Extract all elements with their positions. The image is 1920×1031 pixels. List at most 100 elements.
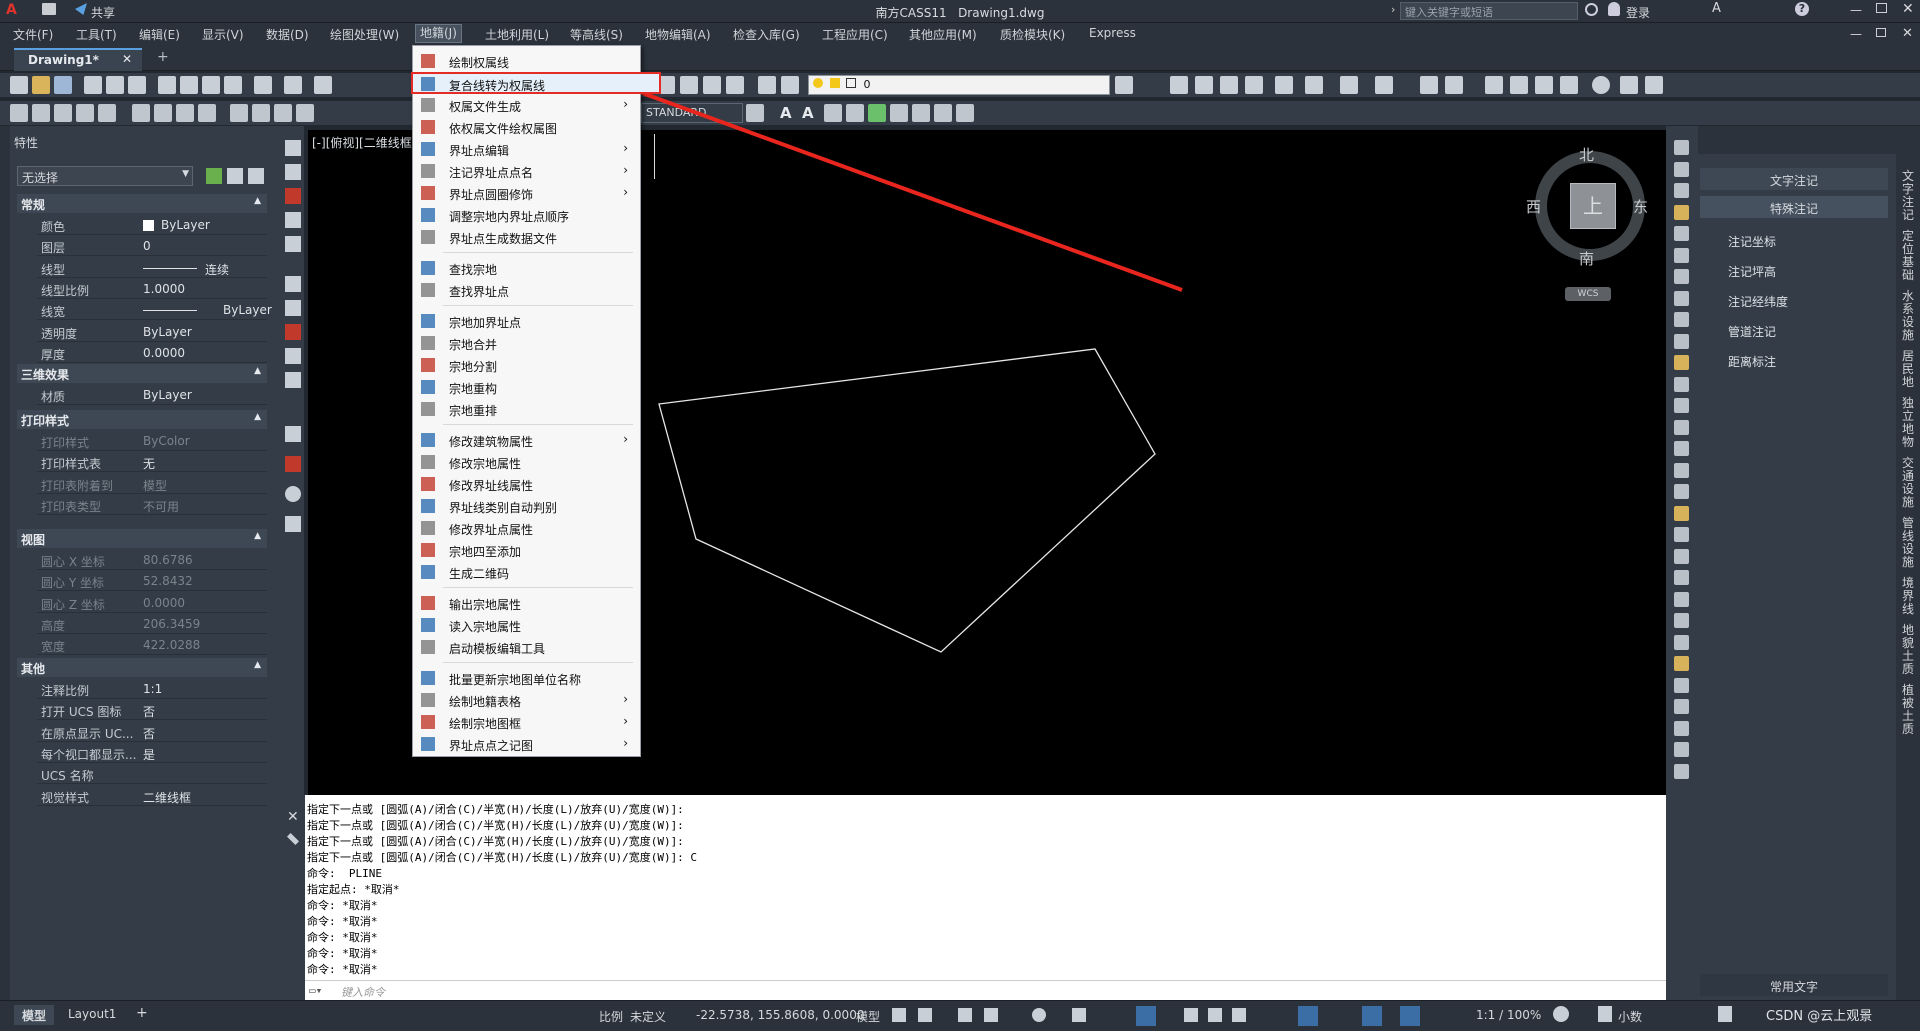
property-value[interactable]: ByLayer [223,303,272,317]
right-tool-icon[interactable] [1674,742,1689,757]
open-file-icon[interactable] [32,76,50,94]
strip-tool-2-icon[interactable] [285,164,301,180]
tab-text-annotation[interactable]: 文字注记 [1700,168,1888,190]
property-value[interactable]: ByLayer [161,218,210,232]
right-tool-icon[interactable] [1674,140,1689,155]
layer-off-icon[interactable] [54,104,72,122]
right-tool-icon[interactable] [1674,355,1689,370]
plot-preview-icon[interactable] [106,76,124,94]
menu-item[interactable]: 复合线转为权属线 [411,72,661,94]
item-annotate-latlon[interactable]: 注记经纬度 [1728,293,1788,310]
table-icon[interactable] [1445,76,1463,94]
copy-icon[interactable] [180,76,198,94]
menu-item[interactable]: 依权属文件绘权属图 [413,117,640,137]
selection-cycling-icon[interactable] [1232,1008,1246,1022]
markup-icon[interactable] [1560,76,1578,94]
layer-combo[interactable]: 0 [808,75,1110,95]
property-value[interactable]: 二维线框 [143,789,191,806]
find-text-icon[interactable] [846,104,864,122]
right-tool-icon[interactable] [1674,226,1689,241]
right-tool-icon[interactable] [1674,290,1689,306]
menu-item[interactable]: 修改界址线属性 [413,474,640,494]
property-value[interactable]: ByColor [143,434,190,448]
units-icon[interactable] [1598,1006,1612,1022]
right-tool-icon[interactable] [1674,398,1689,413]
right-tool-icon[interactable] [1674,699,1689,714]
user-icon[interactable] [1608,2,1620,16]
annotation-visibility-icon[interactable] [1400,1006,1420,1026]
section-general[interactable]: 常规 ▲ [17,194,267,213]
property-value[interactable]: ByLayer [143,325,192,339]
toggle-pickadd-icon[interactable] [206,168,222,184]
menu-item[interactable]: 批量更新宗地图单位名称 [413,668,640,688]
menu-item[interactable]: 绘制宗地图框 › [413,712,640,732]
workspace-gear-icon[interactable] [1553,1006,1569,1022]
item-annotate-elevation[interactable]: 注记坪高 [1728,263,1776,280]
menu-item[interactable]: 界址点点之记图 › [413,734,640,754]
property-value[interactable]: 0.0000 [143,346,185,360]
property-row[interactable]: 颜色 ByLayer [37,216,267,235]
item-distance-dim[interactable]: 距离标注 [1728,353,1776,370]
right-tool-icon[interactable] [1674,312,1689,327]
units-value[interactable]: 小数 [1618,1008,1642,1025]
menu-item[interactable]: 修改建筑物属性 › [413,430,640,450]
menu-item[interactable]: 权属文件生成 › [413,95,640,115]
vertical-tab[interactable]: 居民地 [1900,350,1916,389]
undo-icon[interactable] [254,76,272,94]
strip-tool-1-icon[interactable] [285,140,301,156]
viewcube-top-face[interactable]: 上 [1570,183,1616,229]
text-frame-icon[interactable] [934,104,952,122]
edit-text-icon[interactable] [824,104,842,122]
right-tool-icon[interactable] [1674,161,1689,177]
close-icon[interactable]: ✕ [1902,1,1914,17]
print-icon[interactable] [84,76,102,94]
calculator-icon[interactable] [1420,76,1438,94]
right-tool-icon[interactable] [1674,720,1689,736]
property-row[interactable]: 透明度 ByLayer [37,323,267,342]
property-value[interactable]: 52.8432 [143,574,193,588]
polar-icon[interactable] [1032,1008,1046,1022]
right-tool-icon[interactable] [1674,204,1689,220]
compass-north[interactable]: 北 [1579,144,1594,165]
justify-text-icon[interactable] [912,104,930,122]
right-tool-icon[interactable] [1674,591,1689,607]
hand-pan-icon[interactable] [1170,76,1188,94]
menu-item[interactable]: 启动模板编辑工具 [413,637,640,657]
vertical-tab[interactable]: 境界线 [1900,577,1916,616]
tab-model[interactable]: 模型 [14,1005,54,1025]
strip-tool-9-icon[interactable] [285,348,301,364]
property-row[interactable]: UCS 名称 [37,765,267,785]
right-tool-icon[interactable] [1674,333,1689,349]
property-row[interactable]: 在原点显示 UC... 否 [37,723,267,742]
new-tab-button[interactable]: + [157,49,169,65]
layer-state-icon[interactable] [781,76,799,94]
paste-icon[interactable] [202,76,220,94]
menu-file[interactable]: 文件(F) [13,26,53,43]
search-input[interactable]: 键入关键字或短语 [1400,2,1578,20]
zoom-extents-icon[interactable] [1245,76,1263,94]
strip-tool-4-icon[interactable] [285,212,301,228]
menu-drawing[interactable]: 绘图处理(W) [330,26,399,43]
right-tool-icon[interactable] [1674,484,1689,499]
menu-item[interactable]: 绘制地籍表格 › [413,690,640,710]
toolpalette-icon[interactable] [1510,76,1528,94]
save-icon[interactable] [54,76,72,94]
annotation-monitor-icon[interactable] [1362,1006,1382,1026]
menu-item[interactable]: 修改界址点属性 [413,518,640,538]
property-row[interactable]: 材质 ByLayer [37,386,267,405]
design-center-icon[interactable] [1535,76,1553,94]
spell-check-icon[interactable] [868,104,886,122]
property-value[interactable]: ByLayer [143,388,192,402]
panel-grip[interactable] [0,126,10,1006]
menu-item[interactable]: 修改宗地属性 [413,452,640,472]
property-row[interactable]: 高度 206.3459 [37,615,267,634]
menu-item[interactable]: 查找界址点 [413,280,640,300]
right-tool-icon[interactable] [1674,634,1689,650]
right-tool-icon[interactable] [1674,613,1689,628]
login-button[interactable]: 登录 [1626,4,1650,21]
command-customize-icon[interactable] [287,833,299,845]
menu-item[interactable]: 绘制权属线 [413,51,640,71]
property-value[interactable]: 80.6786 [143,553,193,567]
right-tool-icon[interactable] [1674,441,1689,456]
restore-icon[interactable] [1876,3,1887,13]
